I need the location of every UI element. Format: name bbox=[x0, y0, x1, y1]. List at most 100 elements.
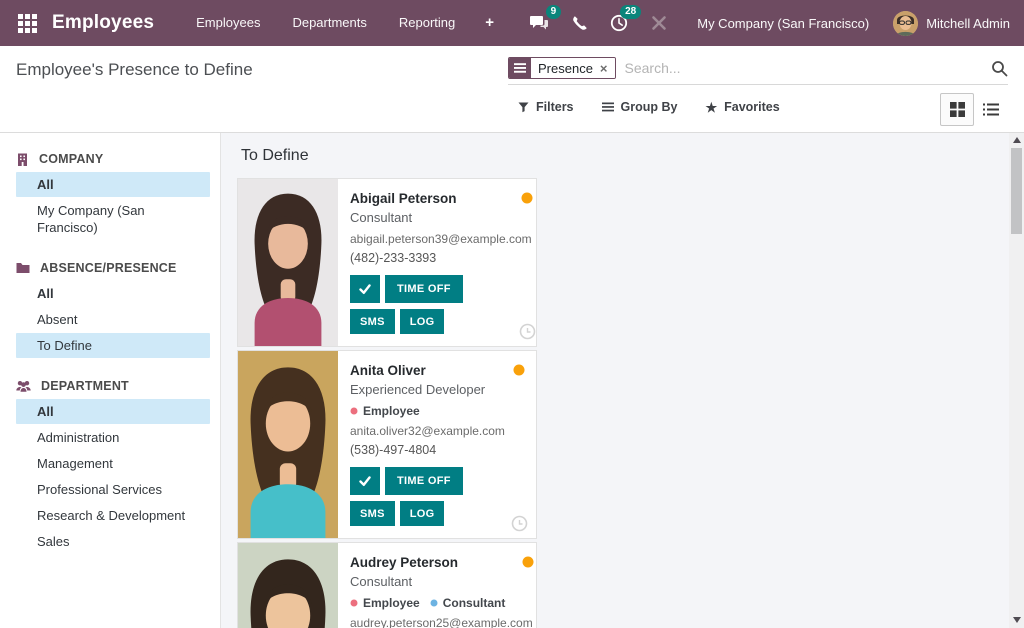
portrait-image bbox=[238, 351, 338, 538]
activity-clock-icon[interactable] bbox=[519, 323, 536, 340]
facet-remove-icon[interactable]: × bbox=[600, 62, 608, 75]
tag-employee[interactable]: Employee bbox=[350, 402, 420, 420]
mark-present-button[interactable] bbox=[350, 275, 380, 303]
apps-menu-icon[interactable] bbox=[8, 0, 46, 46]
group-by-button[interactable]: Group By bbox=[602, 100, 678, 114]
mark-present-button[interactable] bbox=[350, 467, 380, 495]
scrollbar-thumb[interactable] bbox=[1011, 148, 1022, 234]
kanban-content: To Define Abi bbox=[221, 133, 1009, 628]
menu-departments[interactable]: Departments bbox=[276, 0, 382, 46]
presence-status-icon[interactable] bbox=[521, 192, 533, 204]
tag-consultant[interactable]: Consultant bbox=[430, 594, 506, 612]
control-panel: Employee's Presence to Define Presence × bbox=[0, 46, 1024, 133]
filter-sidebar: COMPANY All My Company (San Francisco) A… bbox=[0, 133, 221, 628]
time-off-button[interactable]: TIME OFF bbox=[385, 467, 463, 495]
tag-dot-icon bbox=[350, 407, 358, 415]
search-input[interactable] bbox=[625, 60, 991, 76]
sidebar-item-absence-all[interactable]: All bbox=[16, 281, 210, 306]
grid-icon bbox=[18, 14, 37, 33]
tag-label: Consultant bbox=[443, 594, 506, 612]
sidebar-item-my-company[interactable]: My Company (San Francisco) bbox=[16, 198, 210, 240]
sidebar-item-company-all[interactable]: All bbox=[16, 172, 210, 197]
scroll-up-icon[interactable] bbox=[1013, 137, 1021, 143]
menu-reporting[interactable]: Reporting bbox=[383, 0, 471, 46]
search-options-row: Filters Group By ★ Favorites bbox=[508, 100, 1008, 114]
app-brand-title[interactable]: Employees bbox=[52, 12, 154, 34]
view-switcher bbox=[940, 93, 1008, 126]
card-actions-row1: TIME OFF bbox=[350, 275, 532, 303]
breadcrumb-area: Employee's Presence to Define bbox=[0, 46, 508, 132]
employee-tags: Employee bbox=[350, 402, 524, 420]
funnel-icon bbox=[518, 102, 529, 113]
sidebar-item-research-development[interactable]: Research & Development bbox=[16, 503, 210, 528]
portrait-image bbox=[238, 543, 338, 628]
sidebar-item-department-all[interactable]: All bbox=[16, 399, 210, 424]
check-icon bbox=[359, 283, 371, 295]
sidebar-item-sales[interactable]: Sales bbox=[16, 529, 210, 554]
employee-phone[interactable]: (538)-497-4804 bbox=[350, 441, 524, 460]
sidebar-section-absence: ABSENCE/PRESENCE bbox=[0, 256, 220, 280]
time-off-button[interactable]: TIME OFF bbox=[385, 275, 463, 303]
filters-button[interactable]: Filters bbox=[518, 100, 574, 114]
facet-text: Presence bbox=[538, 61, 593, 76]
sms-button[interactable]: SMS bbox=[350, 501, 395, 526]
activity-clock-icon[interactable] bbox=[511, 515, 528, 532]
log-button[interactable]: LOG bbox=[400, 501, 445, 526]
tag-label: Employee bbox=[363, 594, 420, 612]
avatar-image bbox=[893, 11, 918, 36]
section-title-label: COMPANY bbox=[39, 152, 103, 166]
activities-badge: 28 bbox=[620, 5, 641, 19]
menu-employees[interactable]: Employees bbox=[180, 0, 276, 46]
company-switcher[interactable]: My Company (San Francisco) bbox=[697, 16, 869, 31]
kanban-view-button[interactable] bbox=[940, 93, 974, 126]
tag-dot-icon bbox=[430, 599, 438, 607]
sidebar-item-professional-services[interactable]: Professional Services bbox=[16, 477, 210, 502]
activities-icon[interactable]: 28 bbox=[599, 0, 639, 46]
search-icon[interactable] bbox=[991, 60, 1008, 77]
tag-dot-icon bbox=[350, 599, 358, 607]
sidebar-item-management[interactable]: Management bbox=[16, 451, 210, 476]
facet-label: Presence × bbox=[531, 58, 615, 78]
building-icon bbox=[16, 153, 29, 166]
search-bar[interactable]: Presence × bbox=[508, 57, 1008, 85]
employee-photo bbox=[238, 351, 338, 538]
scroll-down-icon[interactable] bbox=[1013, 617, 1021, 623]
sms-button[interactable]: SMS bbox=[350, 309, 395, 334]
presence-status-icon[interactable] bbox=[522, 556, 534, 568]
tools-icon[interactable] bbox=[639, 0, 679, 46]
log-button[interactable]: LOG bbox=[400, 309, 445, 334]
employee-card-body: Anita Oliver Experienced Developer Emplo… bbox=[338, 351, 536, 538]
plus-menu-icon[interactable]: + bbox=[471, 0, 508, 46]
presence-status-icon[interactable] bbox=[513, 364, 525, 376]
user-menu[interactable]: Mitchell Admin bbox=[893, 11, 1010, 36]
employee-card[interactable]: Audrey Peterson Consultant Employee Cons… bbox=[237, 542, 537, 628]
employee-name[interactable]: Audrey Peterson bbox=[350, 554, 533, 571]
employee-name[interactable]: Anita Oliver bbox=[350, 362, 524, 379]
sidebar-item-absent[interactable]: Absent bbox=[16, 307, 210, 332]
employee-name[interactable]: Abigail Peterson bbox=[350, 190, 532, 207]
employee-email[interactable]: audrey.peterson25@example.com bbox=[350, 614, 533, 628]
employee-card-body: Abigail Peterson Consultant abigail.pete… bbox=[338, 179, 544, 346]
sidebar-item-to-define[interactable]: To Define bbox=[16, 333, 210, 358]
user-name: Mitchell Admin bbox=[926, 16, 1010, 31]
card-actions-row2: SMS LOG bbox=[350, 309, 532, 334]
sidebar-item-administration[interactable]: Administration bbox=[16, 425, 210, 450]
employee-job-title: Consultant bbox=[350, 573, 533, 591]
employee-job-title: Experienced Developer bbox=[350, 381, 524, 399]
employee-email[interactable]: abigail.peterson39@example.com bbox=[350, 230, 532, 249]
employee-card[interactable]: Abigail Peterson Consultant abigail.pete… bbox=[237, 178, 537, 347]
phone-icon[interactable] bbox=[559, 0, 599, 46]
favorites-button[interactable]: ★ Favorites bbox=[705, 100, 779, 114]
messages-icon[interactable]: 9 bbox=[519, 0, 559, 46]
employee-photo bbox=[238, 543, 338, 628]
users-icon bbox=[16, 380, 31, 393]
employee-card[interactable]: Anita Oliver Experienced Developer Emplo… bbox=[237, 350, 537, 539]
vertical-scrollbar[interactable] bbox=[1009, 133, 1024, 628]
employee-email[interactable]: anita.oliver32@example.com bbox=[350, 422, 524, 441]
phone-handset-icon bbox=[571, 15, 588, 32]
odoo-app-window: Employees Employees Departments Reportin… bbox=[0, 0, 1024, 628]
folder-icon bbox=[16, 262, 30, 274]
tag-employee[interactable]: Employee bbox=[350, 594, 420, 612]
list-view-button[interactable] bbox=[974, 93, 1008, 126]
employee-phone[interactable]: (482)-233-3393 bbox=[350, 249, 532, 268]
